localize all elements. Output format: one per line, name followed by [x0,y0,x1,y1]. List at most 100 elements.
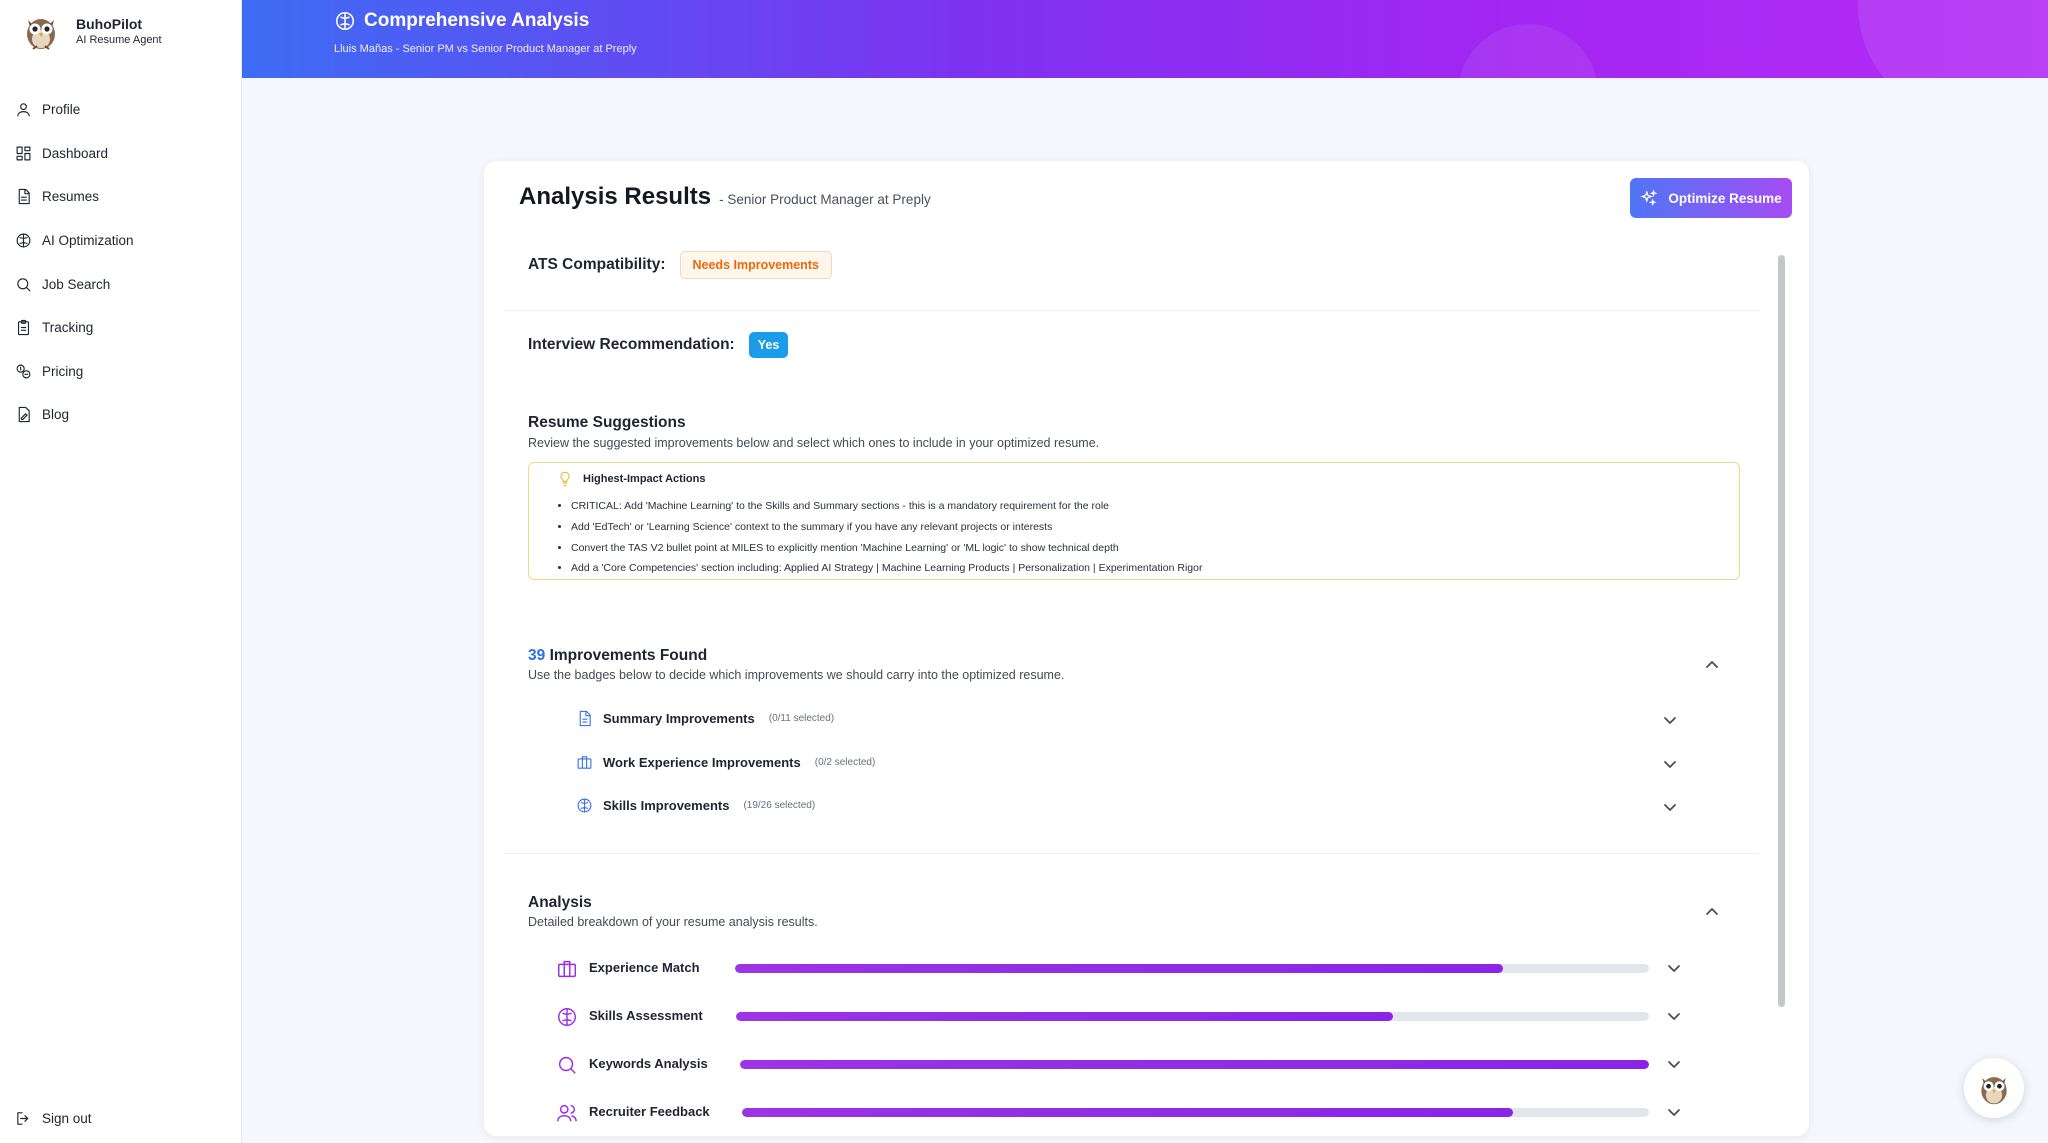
progress-fill [742,1108,1513,1117]
chevron-down-icon[interactable] [1666,960,1682,976]
ats-status-badge: Needs Improvements [679,251,832,279]
divider [504,853,1759,854]
sidebar-item-pricing[interactable]: Pricing [0,350,242,394]
card-title: Analysis Results - Senior Product Manage… [519,183,931,211]
ats-compatibility: ATS Compatibility: Needs Improvements [528,251,832,279]
analysis-title: Analysis [528,894,592,911]
briefcase-icon [577,756,592,769]
progress-fill [735,964,1503,973]
header-decoration [1458,24,1598,78]
optimize-resume-label: Optimize Resume [1668,190,1782,206]
improvement-group-work-experience[interactable]: Work Experience Improvements (0/2 select… [576,754,875,771]
highest-impact-list: CRITICAL: Add 'Machine Learning' to the … [571,496,1202,579]
interview-status-badge: Yes [748,332,789,358]
brain-icon [16,233,31,248]
progress-fill [740,1060,1649,1069]
user-icon [17,103,30,117]
improvement-group-count: (19/26 selected) [743,800,816,811]
improvement-group-name: Summary Improvements [603,711,755,726]
highest-impact-title: Highest-Impact Actions [583,473,706,485]
sidebar-item-label: AI Optimization [42,233,134,249]
analysis-card: Analysis Results - Senior Product Manage… [484,161,1809,1136]
sidebar: BuhoPilot AI Resume Agent Profile Dashbo… [0,0,242,1143]
brand-tagline: AI Resume Agent [76,34,162,46]
page-header: Comprehensive Analysis Lluis Mañas - Sen… [242,0,2048,78]
brain-icon [558,1008,576,1026]
list-item: Add 'EdTech' or 'Learning Science' conte… [571,517,1202,538]
analysis-row-experience-match[interactable]: Experience Match [556,958,1716,978]
list-item: Convert the TAS V2 bullet point at MILES… [571,538,1202,559]
sidebar-item-label: Job Search [42,276,111,292]
sidebar-item-label: Profile [42,102,81,118]
chevron-down-icon[interactable] [1662,756,1678,772]
improvements-subtitle: Use the badges below to decide which imp… [528,668,1065,682]
analysis-row-name: Recruiter Feedback [589,1104,710,1119]
suggestions-subtitle: Review the suggested improvements below … [528,436,1100,450]
analysis-row-recruiter-feedback[interactable]: Recruiter Feedback [556,1102,1716,1122]
sidebar-item-resumes[interactable]: Resumes [0,175,242,219]
sidebar-item-dashboard[interactable]: Dashboard [0,132,242,176]
card-subtitle: - Senior Product Manager at Preply [719,192,931,207]
sign-out-label: Sign out [42,1111,92,1127]
analysis-row-keywords-analysis[interactable]: Keywords Analysis [556,1054,1716,1074]
improvement-group-count: (0/2 selected) [814,757,876,768]
progress-fill [736,1012,1394,1021]
optimize-resume-button[interactable]: Optimize Resume [1630,178,1792,218]
brain-icon [577,798,592,813]
chevron-down-icon[interactable] [1666,1104,1682,1120]
lightbulb-icon [560,471,570,487]
improvement-group-skills[interactable]: Skills Improvements (19/26 selected) [576,797,815,814]
page-title-text: Comprehensive Analysis [364,10,590,31]
improvement-group-count: (0/11 selected) [768,713,835,724]
card-title-text: Analysis Results [519,183,712,210]
improvements-title: 39 Improvements Found [528,647,707,665]
page-title: Comprehensive Analysis [334,10,589,32]
suggestions-title: Resume Suggestions [528,414,686,431]
chevron-down-icon[interactable] [1666,1056,1682,1072]
search-icon [558,1056,576,1074]
brand[interactable]: BuhoPilot AI Resume Agent [20,10,162,52]
sidebar-item-job-search[interactable]: Job Search [0,262,242,306]
sidebar-item-label: Blog [42,407,70,423]
sidebar-item-label: Resumes [42,189,100,205]
sidebar-item-profile[interactable]: Profile [0,88,242,132]
owl-assistant-icon [1981,1077,2007,1105]
sidebar-item-tracking[interactable]: Tracking [0,306,242,350]
recruiter-feedback-progress-bar [742,1108,1649,1117]
users-icon [557,1104,577,1122]
analysis-row-name: Keywords Analysis [589,1056,708,1071]
tags-icon [16,364,31,379]
sign-out-button[interactable]: Sign out [0,1097,92,1141]
edit-document-icon [18,407,30,423]
analysis-scroll-area[interactable]: ATS Compatibility: Needs Improvements In… [504,245,1759,1136]
owl-logo-icon [27,19,55,50]
highest-impact-header: Highest-Impact Actions [557,471,705,487]
grid-icon [16,146,31,161]
sparkles-icon [1640,189,1658,207]
chevron-up-icon[interactable] [1704,657,1720,673]
list-item: Add a 'Core Competencies' section includ… [571,558,1202,579]
sidebar-nav: Profile Dashboard Resumes AI Optimizatio… [0,88,242,437]
chevron-down-icon[interactable] [1666,1008,1682,1024]
sidebar-item-ai-optimization[interactable]: AI Optimization [0,219,242,263]
sidebar-item-label: Dashboard [42,145,109,161]
document-icon [18,189,30,205]
improvement-group-name: Skills Improvements [603,798,730,813]
experience-match-progress-bar [735,964,1649,973]
assistant-chat-button[interactable] [1964,1058,2024,1118]
chevron-up-icon[interactable] [1704,904,1720,920]
scrollbar-thumb[interactable] [1778,255,1785,1007]
chevron-down-icon[interactable] [1662,799,1678,815]
improvement-group-summary[interactable]: Summary Improvements (0/11 selected) [576,710,834,727]
highest-impact-actions: Highest-Impact Actions CRITICAL: Add 'Ma… [528,462,1740,580]
analysis-row-name: Experience Match [589,960,700,975]
chevron-down-icon[interactable] [1662,712,1678,728]
ats-label: ATS Compatibility: [528,256,666,273]
analysis-row-skills-assessment[interactable]: Skills Assessment [556,1006,1716,1026]
analysis-subtitle: Detailed breakdown of your resume analys… [528,915,818,929]
improvements-count: 39 [528,647,546,664]
interview-recommendation: Interview Recommendation: Yes [528,332,789,358]
page-subtitle: Lluis Mañas - Senior PM vs Senior Produc… [334,43,637,55]
analysis-row-name: Skills Assessment [589,1008,703,1023]
sidebar-item-blog[interactable]: Blog [0,393,242,437]
